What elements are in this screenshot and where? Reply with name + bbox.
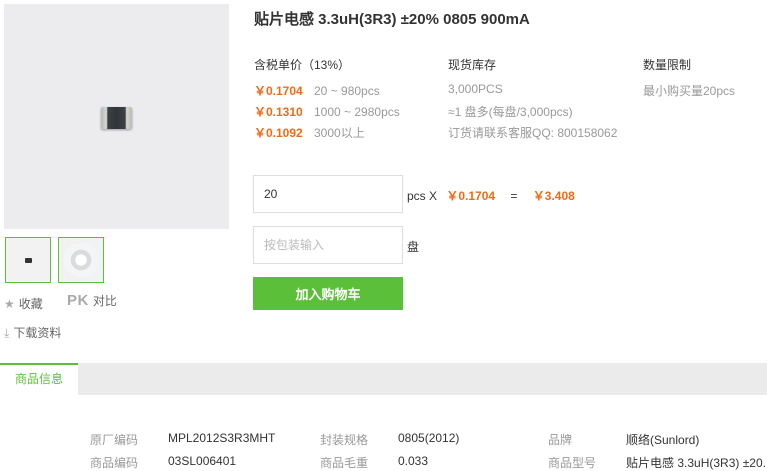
price-header: 含税单价（13%） xyxy=(254,58,351,72)
spec-label: 商品编码 xyxy=(90,456,139,470)
tab-product-info[interactable]: 商品信息 xyxy=(0,363,78,395)
product-title: 贴片电感 3.3uH(3R3) ±20% 0805 900mA xyxy=(254,11,530,28)
favorite-label: 收藏 xyxy=(18,297,43,311)
tier-price: ￥0.1092 xyxy=(254,126,303,140)
spec-label: 品牌 xyxy=(548,433,573,447)
reel-thumbnail-image xyxy=(63,242,99,278)
tier-range: 20 ~ 980pcs xyxy=(314,84,380,98)
inductor-chip-image xyxy=(101,107,132,129)
reel-quantity-input[interactable] xyxy=(253,226,403,264)
spec-value: MPL2012S3R3MHT xyxy=(168,431,276,445)
price-tier: ￥0.1310 1000 ~ 2980pcs xyxy=(254,103,400,120)
download-link[interactable]: ⤓ 下载资料 xyxy=(4,324,61,341)
reel-unit: 盘 xyxy=(407,240,420,254)
thumbnail-reel[interactable] xyxy=(58,237,104,283)
price-calculation: pcs X ￥0.1704 = ￥3.408 xyxy=(407,187,575,204)
calc-unit-price: ￥0.1704 xyxy=(446,189,496,203)
qty-unit: pcs X xyxy=(407,189,438,203)
spec-value: 顺络(Sunlord) xyxy=(626,433,700,447)
spec-value: 贴片电感 3.3uH(3R3) ±20. xyxy=(626,456,766,470)
tier-range: 3000以上 xyxy=(314,126,365,140)
tab-bar: 商品信息 xyxy=(0,363,767,395)
thumbnail-chip[interactable] xyxy=(5,237,51,283)
quantity-input[interactable] xyxy=(253,175,403,213)
product-main-image xyxy=(4,4,229,229)
limit-header: 数量限制 xyxy=(643,58,692,72)
tier-price: ￥0.1704 xyxy=(254,84,303,98)
stock-reel-info: ≈1 盘多(每盘/3,000pcs) xyxy=(448,105,573,119)
download-label: 下载资料 xyxy=(13,326,62,340)
spec-value: 0.033 xyxy=(398,454,429,468)
spec-label: 原厂编码 xyxy=(90,433,139,447)
stock-quantity: 3,000PCS xyxy=(448,82,503,96)
spec-label: 封装规格 xyxy=(320,433,369,447)
stock-contact: 订货请联系客服QQ: 800158062 xyxy=(448,126,618,140)
spec-label: 商品毛重 xyxy=(320,456,369,470)
compare-label: 对比 xyxy=(92,294,117,308)
download-icon: ⤓ xyxy=(4,326,10,340)
stock-header: 现货库存 xyxy=(448,58,497,72)
total-price: ￥3.408 xyxy=(532,189,575,203)
spec-value: 0805(2012) xyxy=(398,431,460,445)
equals-sign: = xyxy=(510,189,518,203)
tier-range: 1000 ~ 2980pcs xyxy=(314,105,400,119)
pk-icon: PK xyxy=(67,292,89,309)
limit-min: 最小购买量20pcs xyxy=(643,84,736,98)
star-icon: ★ xyxy=(4,297,15,311)
price-tier: ￥0.1704 20 ~ 980pcs xyxy=(254,82,380,99)
chip-thumbnail-image xyxy=(25,258,32,263)
tier-price: ￥0.1310 xyxy=(254,105,303,119)
price-tier: ￥0.1092 3000以上 xyxy=(254,124,365,141)
favorite-link[interactable]: ★ 收藏 xyxy=(4,295,43,312)
compare-link[interactable]: PK 对比 xyxy=(67,292,117,309)
add-to-cart-button[interactable]: 加入购物车 xyxy=(253,277,403,310)
spec-label: 商品型号 xyxy=(548,456,597,470)
spec-value: 03SL006401 xyxy=(168,454,237,468)
